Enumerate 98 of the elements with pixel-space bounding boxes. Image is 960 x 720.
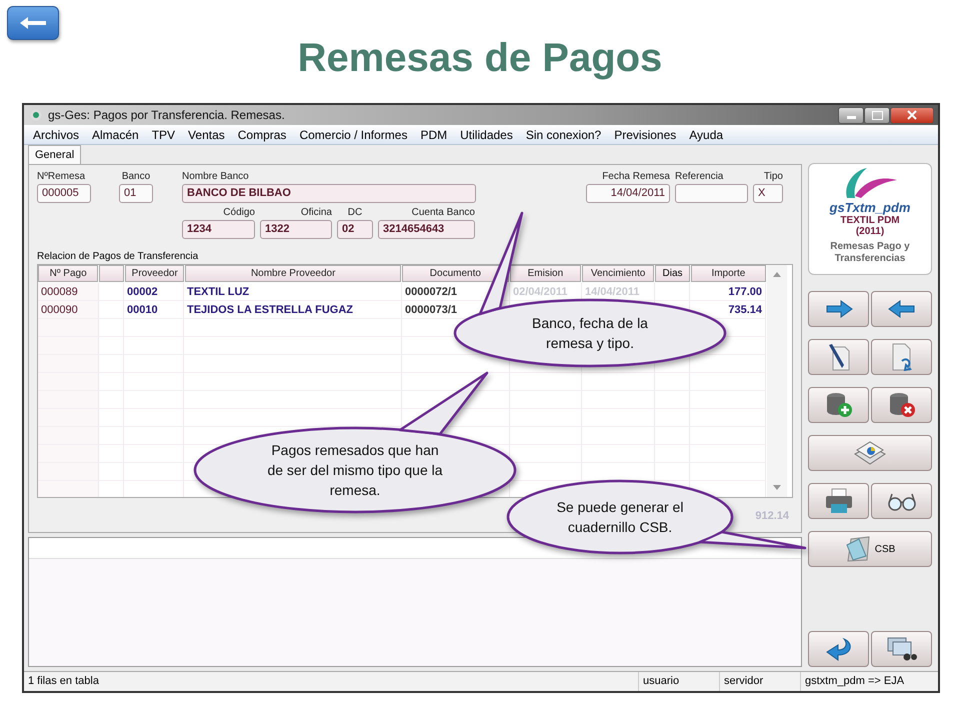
status-text: 1 filas en tabla: [24, 672, 639, 691]
field-label: NºRemesa: [37, 171, 86, 184]
field-label: Banco: [120, 171, 152, 184]
field-label: Cuenta Banco: [410, 207, 475, 220]
logo-name: gsTxtm_pdm: [830, 200, 910, 215]
field-label: DC: [346, 207, 364, 220]
database-add-icon: [824, 392, 852, 418]
document-button[interactable]: [871, 339, 932, 375]
arrow-left-icon: [888, 300, 916, 318]
table-title: Relacion de Pagos de Transferencia: [37, 251, 200, 264]
close-button[interactable]: [890, 106, 934, 124]
column-header[interactable]: Nombre Proveedor: [185, 265, 401, 282]
input-field[interactable]: X: [753, 184, 783, 203]
field-label: Referencia: [675, 171, 724, 184]
table-cell: 177.00: [690, 283, 766, 301]
document-arrow-icon: [890, 343, 914, 371]
input-field[interactable]: 3214654643: [378, 220, 475, 239]
scroll-up-icon[interactable]: [773, 271, 781, 277]
field-label: Nombre Banco: [182, 171, 250, 184]
input-field[interactable]: 1322: [260, 220, 332, 239]
delete-record-button[interactable]: [871, 387, 932, 423]
menu-item[interactable]: Archivos: [33, 128, 80, 142]
field-label: Tipo: [762, 171, 783, 184]
status-text: servidor: [720, 672, 801, 691]
memo-field[interactable]: [28, 537, 802, 667]
status-text: usuario: [639, 672, 720, 691]
menu-item[interactable]: Previsiones: [614, 128, 676, 142]
maximize-button[interactable]: [864, 106, 890, 124]
table-cell: TEXTIL LUZ: [184, 283, 402, 301]
column-header[interactable]: Importe: [690, 265, 766, 282]
preview-button[interactable]: [871, 483, 932, 519]
tab[interactable]: General: [28, 145, 82, 164]
menu-item[interactable]: Utilidades: [460, 128, 513, 142]
column-header[interactable]: Proveedor: [125, 265, 184, 282]
glasses-icon: [886, 491, 918, 511]
input-field[interactable]: 14/04/2011: [586, 184, 670, 203]
table-cell: 000089: [38, 283, 99, 301]
input-field[interactable]: 1234: [182, 220, 255, 239]
table-cell: [99, 283, 124, 301]
window-title: gs-Ges: Pagos por Transferencia. Remesas.: [48, 108, 285, 122]
windows-button[interactable]: [871, 631, 932, 667]
column-header[interactable]: Vencimiento: [582, 265, 654, 282]
field-label: Oficina: [300, 207, 332, 220]
arrow-left-icon: [18, 15, 48, 31]
table-cell: 00010: [124, 301, 184, 319]
add-record-button[interactable]: [808, 387, 869, 423]
table-cell: [510, 373, 582, 391]
menu-item[interactable]: Compras: [238, 128, 286, 142]
menu-item[interactable]: PDM: [420, 128, 448, 142]
table-cell: 00002: [124, 283, 184, 301]
input-field[interactable]: 000005: [37, 184, 91, 203]
logo-subtitle: TEXTIL PDM: [840, 215, 900, 226]
table-cell: [655, 373, 690, 391]
scroll-down-icon[interactable]: [773, 485, 781, 491]
curved-arrow-icon: [824, 637, 854, 661]
table-cell: 000090: [38, 301, 99, 319]
field-label: Fecha Remesa: [601, 171, 670, 184]
note-icon: [844, 536, 871, 562]
print-button[interactable]: [808, 483, 869, 519]
menu-item[interactable]: Almacén: [92, 128, 139, 142]
report-button[interactable]: [808, 435, 932, 471]
back-button[interactable]: [7, 6, 59, 40]
callout-text: Se puede generar el cuadernillo CSB.: [556, 498, 684, 537]
menu-item[interactable]: TPV: [152, 128, 176, 142]
next-button[interactable]: [808, 291, 869, 327]
status-text: gstxtm_pdm => EJA: [804, 674, 906, 689]
edit-button[interactable]: [808, 339, 869, 375]
callout-text: Pagos remesados que han de ser del mismo tipo que la remesa.: [266, 441, 444, 500]
input-field[interactable]: 02: [337, 220, 373, 239]
app-icon: [30, 109, 42, 121]
slide-title: Remesas de Pagos: [296, 36, 664, 81]
close-icon: [907, 110, 917, 120]
callout-text: Banco, fecha de la remesa y tipo.: [531, 314, 649, 353]
input-field[interactable]: [675, 184, 748, 203]
scrollbar[interactable]: [767, 265, 787, 497]
stacked-pages-icon: [853, 440, 887, 466]
menu-item[interactable]: Ventas: [188, 128, 225, 142]
arrow-right-icon: [824, 300, 852, 318]
csb-button[interactable]: CSB: [808, 531, 932, 567]
edit-document-icon: [826, 343, 850, 371]
column-header[interactable]: Nº Pago: [38, 265, 98, 282]
windows-icon: [886, 637, 916, 661]
input-field[interactable]: BANCO DE BILBAO: [182, 184, 476, 203]
column-header[interactable]: Dias: [655, 265, 690, 282]
menu-item[interactable]: Sin conexion?: [526, 128, 602, 142]
previous-button[interactable]: [871, 291, 932, 327]
minimize-button[interactable]: [838, 106, 864, 124]
back-button[interactable]: [808, 631, 869, 667]
input-field[interactable]: 01: [119, 184, 153, 203]
printer-icon: [824, 488, 854, 514]
table-cell: TEJIDOS LA ESTRELLA FUGAZ: [184, 301, 402, 319]
database-delete-icon: [888, 392, 916, 418]
menu-item[interactable]: Ayuda: [689, 128, 724, 142]
logo-caption: Remesas Pago y Transferencias: [829, 241, 911, 265]
logo-year: (2011): [856, 226, 884, 237]
menu-item[interactable]: Comercio / Informes: [299, 128, 408, 142]
field-label: Código: [222, 207, 255, 220]
column-header[interactable]: Emision: [510, 265, 581, 282]
